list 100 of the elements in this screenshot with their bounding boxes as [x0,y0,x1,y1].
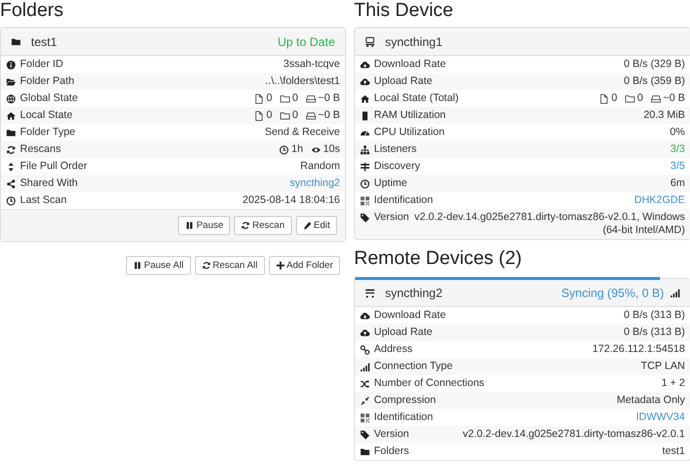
folder-icon [11,37,21,48]
folder-count: 0 [637,92,644,105]
row-value: v2.0.2-dev.14.g025e2781.dirty-tomasz86-v2.0.1, Windows (64-bit Intel/AMD) [413,211,685,237]
folder-icon [280,110,290,120]
row-label: CPU Utilization [374,126,445,139]
row-value: 6m [669,177,685,190]
refresh-icon [241,221,250,230]
clock-icon [279,144,290,154]
globe-icon [6,94,16,104]
interval-value: 1h [291,143,304,156]
row-label: Identification [374,411,433,424]
row-label: Rescans [20,143,61,156]
toolbar-button[interactable]: Add Folder [268,256,340,275]
row-value: test1 [661,445,685,458]
row-label: Version [374,428,410,441]
folder-open-icon [6,76,16,86]
home-icon [360,94,370,104]
row-value: 2025-08-14 18:04:16 [242,194,340,207]
row-value: Random [299,160,340,173]
folder-name[interactable]: test1 [31,34,268,48]
memory-icon [360,110,370,120]
row-value: Send & Receive [264,126,340,139]
cloud-upload-icon [360,76,370,86]
device-name[interactable]: syncthing2 [385,286,552,300]
row-label: Upload Rate [374,75,432,88]
toolbar-button[interactable]: Pause All [126,256,191,275]
device-status: Syncing (95%, 0 B) [561,286,664,300]
row-value: 172.26.112.1:54518 [591,343,685,356]
clock-icon [360,178,370,188]
row-value: 1 + 2 [660,377,685,390]
size-value: ~0 B [318,109,340,122]
row-label: Upload Rate [374,326,432,339]
cloud-download-icon [360,60,370,70]
eye-icon [311,144,322,154]
info-icon [6,60,16,70]
sort-icon [6,162,16,172]
row-value: ..\..\folders\test1 [264,75,340,88]
share-icon [6,178,16,188]
file-count: 0 [611,92,618,105]
row-label: Folder Path [20,75,74,88]
hard-drive-icon [306,94,316,104]
refresh-icon [6,144,16,154]
row-label: File Pull Order [20,160,88,173]
pause-icon [133,261,142,270]
shuffle-icon [360,378,370,388]
row-label: Compression [374,394,436,407]
signal-icon [360,362,370,372]
panel-button[interactable]: Edit [296,216,337,235]
folder-status: Up to Date [278,34,335,48]
row-label: Address [374,343,413,356]
row-value: 0 B/s (329 B) [622,58,685,71]
row-value: 0 B/s (313 B) [622,309,685,322]
link-icon [360,344,370,354]
row-value: 3/3 [669,143,685,156]
row-value: v2.0.2-dev.14.g025e2781.dirty-tomasz86-v2.0.1 [462,428,685,441]
folder-icon [280,94,290,104]
size-value: ~0 B [663,92,685,105]
tag-icon [360,430,370,440]
sitemap-icon [360,144,370,154]
toolbar-button[interactable]: Rescan All [194,256,265,275]
file-icon [254,110,264,120]
clock-icon [6,196,16,206]
panel-button[interactable]: Pause [178,216,230,235]
row-label: Folders [374,445,410,458]
row-value: 3ssah-tcqve [282,58,340,71]
row-label: RAM Utilization [374,109,446,122]
section-heading: Folders [0,0,64,22]
refresh-icon [202,261,211,270]
plus-icon [276,261,285,270]
row-label: Number of Connections [374,377,484,390]
row-value: 0% [668,126,685,139]
hard-drive-icon [651,94,662,104]
panel-button[interactable]: Rescan [234,216,292,235]
file-icon [599,94,610,104]
file-count: 0 [266,92,272,105]
file-icon [254,94,264,104]
folder-icon [360,446,370,456]
pencil-icon [302,221,312,230]
home-icon [6,110,16,120]
row-value: Metadata Only [616,394,685,407]
row-label: Download Rate [374,309,446,322]
row-label: Identification [374,194,433,207]
row-label: Discovery [374,160,420,173]
row-label: Version [374,211,410,224]
row-label: Folder ID [20,58,64,71]
section-heading: This Device [354,0,454,22]
row-label: Listeners [374,143,417,156]
row-value: TCP LAN [640,360,685,373]
row-label: Folder Type [20,126,76,139]
file-count: 0 [266,109,272,122]
cloud-download-icon [360,310,370,320]
row-label: Local State (Total) [374,92,459,105]
row-label: Global State [20,92,78,105]
folder-icon [625,94,636,104]
hard-drive-icon [306,110,316,120]
watch-delay-value: 10s [323,143,340,156]
row-value: 0 B/s (313 B) [622,326,685,339]
qrcode-icon [360,196,370,206]
device-name: syncthing1 [385,34,444,48]
row-label: Connection Type [374,360,453,373]
